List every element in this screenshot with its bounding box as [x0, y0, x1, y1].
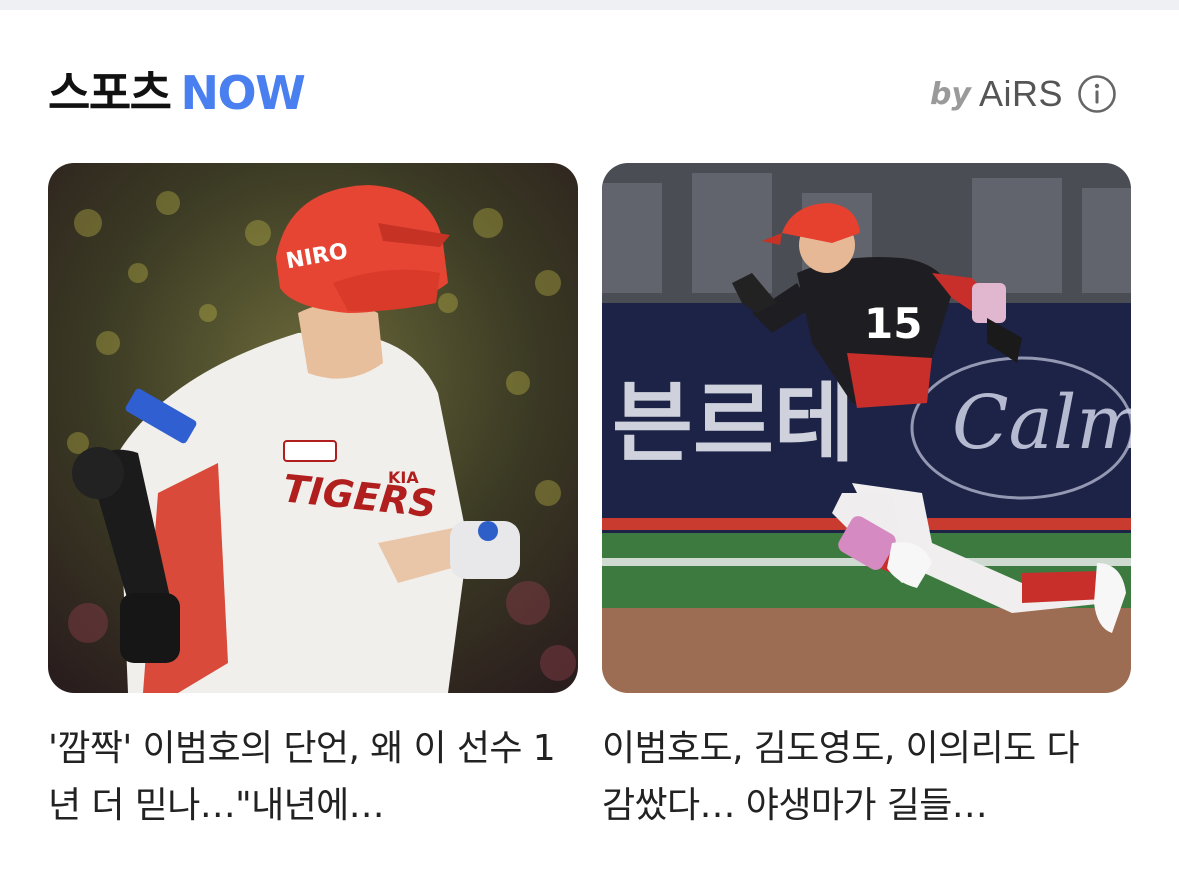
section-title-accent: NOW: [180, 66, 305, 120]
info-icon[interactable]: [1077, 74, 1117, 114]
baseball-runner-photo: 븐르테 Calm 15: [602, 163, 1131, 693]
provider-name: AiRS: [978, 73, 1063, 114]
news-thumbnail[interactable]: TIGERS KIA NIRO: [48, 163, 578, 693]
baseball-player-photo: TIGERS KIA NIRO: [48, 163, 578, 693]
svg-text:Calm: Calm: [952, 380, 1131, 466]
svg-text:KIA: KIA: [388, 468, 419, 487]
news-card[interactable]: TIGERS KIA NIRO '깜짝' 이범호의 단언, 왜 이 선수 1년 …: [48, 163, 578, 834]
news-headline[interactable]: '깜짝' 이범호의 단언, 왜 이 선수 1년 더 믿나…"내년에…: [48, 720, 558, 834]
provider-badge[interactable]: by AiRS: [929, 73, 1117, 114]
svg-text:븐르테: 븐르테: [612, 371, 855, 474]
provider-by-label: by: [929, 76, 971, 112]
section-header: 스포츠 NOW by AiRS: [48, 62, 1131, 124]
section-title: 스포츠 NOW: [48, 62, 306, 124]
top-divider-bar: [0, 0, 1179, 10]
svg-text:15: 15: [864, 299, 922, 348]
news-card[interactable]: 븐르테 Calm 15 이범호도, 김도영도, 이의리도 다 감쌌다… 야생마가…: [602, 163, 1131, 834]
section-title-main: 스포츠: [48, 66, 172, 120]
news-thumbnail[interactable]: 븐르테 Calm 15: [602, 163, 1131, 693]
news-headline[interactable]: 이범호도, 김도영도, 이의리도 다 감쌌다… 야생마가 길들…: [602, 720, 1112, 834]
